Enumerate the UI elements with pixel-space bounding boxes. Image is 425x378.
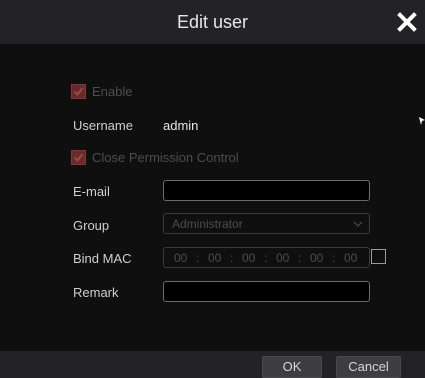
mac-segment-2: 00 — [208, 251, 222, 265]
close-icon — [397, 12, 417, 32]
mac-separator: : — [196, 251, 200, 265]
bind-mac-label: Bind MAC — [73, 251, 132, 266]
enable-checkbox[interactable] — [71, 84, 86, 99]
mac-address-field[interactable]: 00 : 00 : 00 : 00 : 00 : 00 — [163, 247, 370, 268]
mac-segment-3: 00 — [242, 251, 256, 265]
mac-segment-4: 00 — [276, 251, 290, 265]
username-value: admin — [163, 118, 199, 133]
mouse-cursor-icon — [419, 117, 425, 125]
close-permission-control-checkbox[interactable] — [71, 150, 86, 165]
mac-separator: : — [230, 251, 234, 265]
close-permission-control-label: Close Permission Control — [92, 150, 239, 165]
chevron-down-icon — [353, 221, 363, 227]
mac-segment-5: 00 — [310, 251, 324, 265]
edit-user-dialog: Edit user Enable Username admin Close Pe… — [0, 0, 425, 378]
group-selected-value: Administrator — [172, 217, 243, 231]
mac-separator: : — [298, 251, 302, 265]
check-icon — [73, 153, 84, 163]
dialog-title: Edit user — [176, 12, 249, 32]
remark-field[interactable] — [163, 281, 370, 302]
cancel-button[interactable]: Cancel — [336, 356, 401, 378]
mac-segment-1: 00 — [174, 251, 188, 265]
enable-label: Enable — [92, 84, 133, 99]
email-label: E-mail — [73, 184, 110, 199]
mac-separator: : — [332, 251, 336, 265]
username-label: Username — [73, 118, 133, 133]
group-label: Group — [73, 218, 110, 233]
remark-label: Remark — [73, 285, 119, 300]
group-select[interactable]: Administrator — [163, 213, 370, 234]
close-button[interactable] — [393, 8, 421, 36]
mac-separator: : — [264, 251, 268, 265]
check-icon — [73, 87, 84, 97]
email-field[interactable] — [163, 180, 370, 201]
bind-mac-checkbox[interactable] — [371, 249, 386, 264]
mac-segment-6: 00 — [344, 251, 358, 265]
ok-button[interactable]: OK — [262, 356, 322, 378]
